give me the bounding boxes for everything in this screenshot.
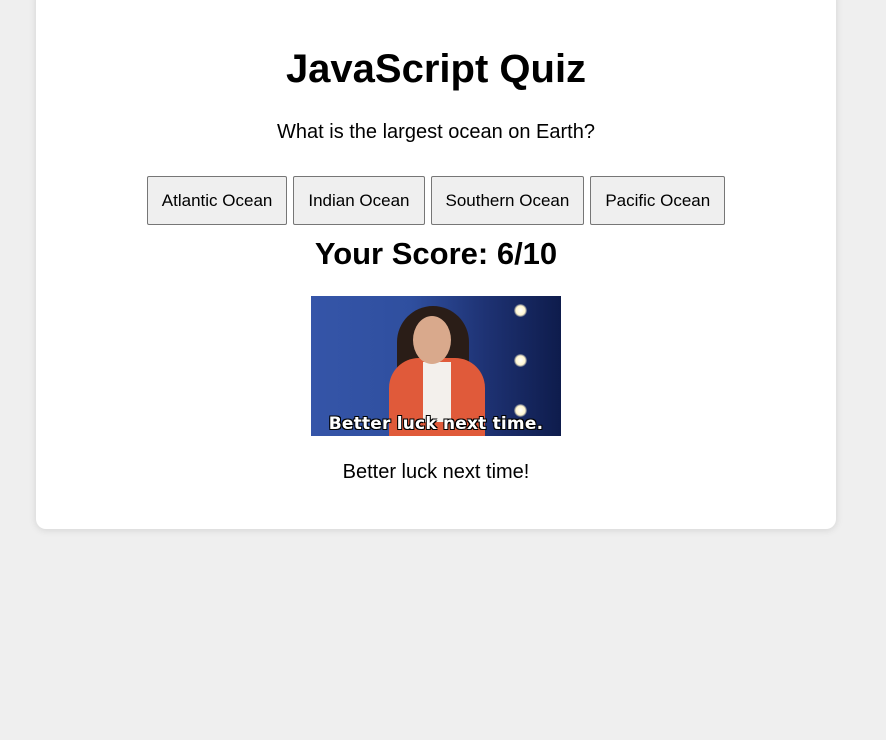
quiz-card: JavaScript Quiz What is the largest ocea…	[36, 0, 836, 529]
answer-button-pacific-ocean[interactable]: Pacific Ocean	[590, 176, 726, 225]
person-shirt	[423, 362, 451, 422]
answer-button-southern-ocean[interactable]: Southern Ocean	[430, 176, 585, 225]
quiz-title: JavaScript Quiz	[285, 47, 587, 91]
answer-button-indian-ocean[interactable]: Indian Ocean	[293, 176, 425, 225]
question-text: What is the largest ocean on Earth?	[277, 121, 595, 143]
answer-options: Atlantic Ocean Indian Ocean Southern Oce…	[36, 176, 836, 225]
person-face	[413, 316, 451, 364]
answer-button-atlantic-ocean[interactable]: Atlantic Ocean	[146, 176, 288, 225]
gif-caption: Better luck next time.	[328, 414, 544, 434]
score-display: Your Score: 6/10	[314, 236, 558, 271]
feedback-message: Better luck next time!	[342, 461, 530, 483]
result-gif-image: Better luck next time.	[311, 296, 561, 436]
